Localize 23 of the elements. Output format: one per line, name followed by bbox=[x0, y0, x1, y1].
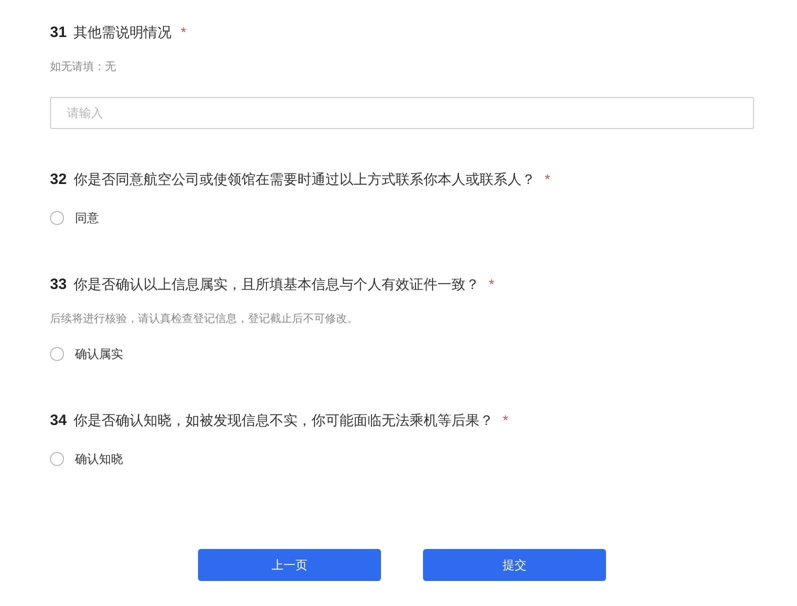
radio-button[interactable] bbox=[50, 211, 64, 225]
required-mark: * bbox=[488, 275, 494, 294]
option-label[interactable]: 同意 bbox=[75, 210, 99, 226]
submit-button[interactable]: 提交 bbox=[423, 549, 606, 581]
question-number: 33 bbox=[50, 275, 67, 295]
question-number: 32 bbox=[50, 170, 67, 190]
input-field[interactable]: 请输入 bbox=[50, 97, 754, 129]
required-mark: * bbox=[544, 170, 550, 189]
question-title: 你是否确认知晓，如被发现信息不实，你可能面临无法乘机等后果？ bbox=[74, 411, 494, 430]
hint-text: 如无请填：无 bbox=[50, 60, 116, 75]
radio-button[interactable] bbox=[50, 347, 64, 361]
radio-button[interactable] bbox=[50, 452, 64, 466]
question-number: 34 bbox=[50, 411, 67, 431]
question-number: 31 bbox=[50, 23, 67, 43]
question-title: 其他需说明情况 bbox=[74, 23, 172, 42]
required-mark: * bbox=[502, 411, 508, 430]
question-title: 你是否同意航空公司或使领馆在需要时通过以上方式联系你本人或联系人？ bbox=[74, 170, 536, 189]
previous-page-button[interactable]: 上一页 bbox=[198, 549, 381, 581]
question-title: 你是否确认以上信息属实，且所填基本信息与个人有效证件一致？ bbox=[74, 275, 480, 294]
option-label[interactable]: 确认知晓 bbox=[75, 451, 123, 467]
option-label[interactable]: 确认属实 bbox=[75, 346, 123, 362]
hint-text: 后续将进行核验，请认真检查登记信息，登记截止后不可修改。 bbox=[50, 312, 358, 327]
required-mark: * bbox=[180, 23, 186, 42]
